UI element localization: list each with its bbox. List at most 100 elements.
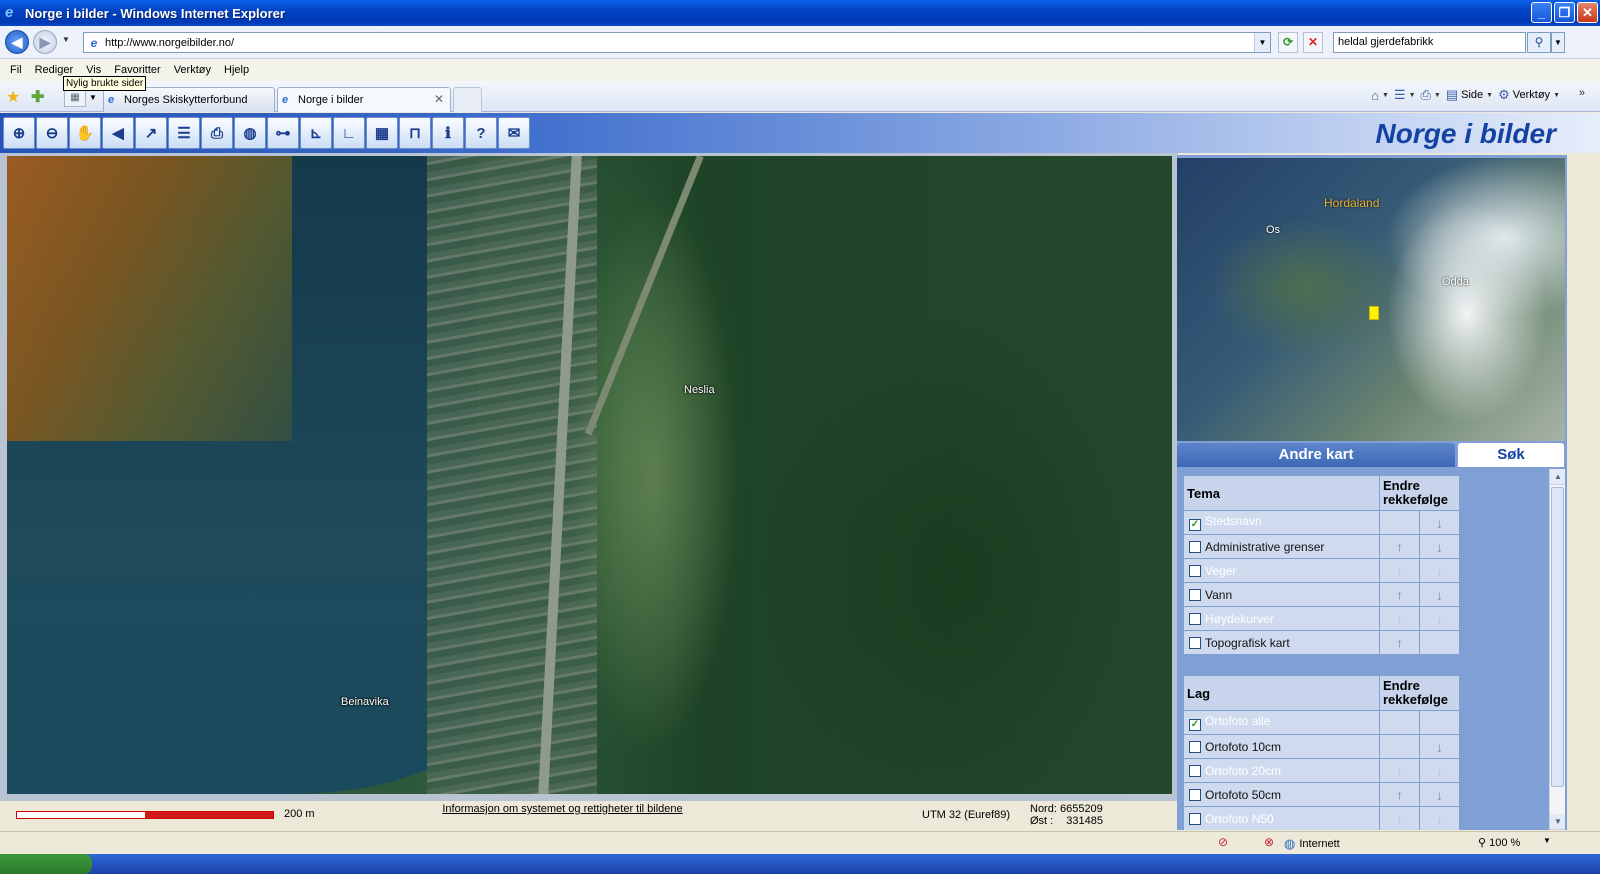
measure-distance-icon[interactable]: ⊶	[267, 117, 299, 149]
forward-button[interactable]: ▶	[33, 30, 57, 54]
move-down-icon[interactable]: ↓	[1419, 583, 1459, 606]
measure-area-icon[interactable]: ⊾	[300, 117, 332, 149]
checkbox-stedsnavn[interactable]: ✓	[1189, 519, 1201, 531]
tab-andre-kart[interactable]: Andre kart	[1177, 443, 1455, 467]
checkbox-veger[interactable]	[1189, 564, 1201, 577]
home-button[interactable]: ⌂ ▼	[1371, 88, 1389, 103]
move-down-icon[interactable]: ↓	[1419, 735, 1459, 758]
move-up-icon[interactable]: ↑	[1379, 535, 1419, 558]
page-menu-button[interactable]: ▤ Side ▼	[1446, 87, 1493, 103]
pan-hand-icon[interactable]: ✋	[69, 117, 101, 149]
move-up-icon[interactable]: ↑	[1379, 631, 1419, 654]
ie-logo-icon: e	[5, 4, 14, 21]
move-up-icon[interactable]: ↑	[1379, 559, 1419, 582]
checkbox-ortofoto-20cm[interactable]	[1189, 764, 1201, 777]
move-up-icon[interactable]: ↑	[1379, 607, 1419, 630]
maximize-button[interactable]: ❐	[1554, 2, 1575, 23]
security-zone[interactable]: ◍ Internett	[1284, 836, 1340, 852]
panel-scrollbar[interactable]: ▲ ▼	[1549, 469, 1565, 830]
angle-icon[interactable]: ∟	[333, 117, 365, 149]
address-dropdown[interactable]: ▼	[1254, 33, 1270, 52]
aerial-map[interactable]: Neslia Beinavika	[7, 156, 1172, 794]
new-tab-button[interactable]	[453, 87, 482, 112]
checkbox-administrative-grenser[interactable]	[1189, 540, 1201, 553]
address-field[interactable]: e http://www.norgeibilder.no/ ▼	[83, 32, 1271, 53]
refresh-button[interactable]: ⟳	[1278, 32, 1298, 53]
move-down-icon[interactable]: ↓	[1419, 535, 1459, 558]
move-up-icon[interactable]: ↑	[1379, 583, 1419, 606]
stop-button[interactable]: ✕	[1303, 32, 1323, 53]
back-button[interactable]: ◀	[5, 30, 29, 54]
overview-map[interactable]: Hordaland Os Odda	[1177, 158, 1565, 441]
overview-position-marker[interactable]	[1369, 306, 1379, 320]
close-button[interactable]: ✕	[1577, 2, 1598, 23]
checkbox-topografisk-kart[interactable]	[1189, 636, 1201, 649]
start-button[interactable]	[0, 854, 92, 874]
placename-beinavika[interactable]: Beinavika	[341, 696, 389, 708]
tema-header: Tema	[1184, 476, 1379, 510]
zoom-in-icon[interactable]: ⊕	[3, 117, 35, 149]
move-up-icon[interactable]: ↑	[1379, 783, 1419, 806]
checkbox-vann[interactable]	[1189, 588, 1201, 601]
move-up-icon[interactable]: ↑	[1379, 807, 1419, 830]
checkbox-ortofoto-n50[interactable]	[1189, 812, 1201, 825]
help-icon[interactable]: ?	[465, 117, 497, 149]
checkbox-ortofoto-50cm[interactable]	[1189, 788, 1201, 801]
zoom-dropdown[interactable]: ▼	[1543, 836, 1551, 845]
lock-icon[interactable]: ⊓	[399, 117, 431, 149]
favorites-star-icon[interactable]: ★	[6, 87, 20, 107]
move-down-icon[interactable]: ↓	[1419, 783, 1459, 806]
more-commands-icon[interactable]: »	[1579, 87, 1585, 99]
tema-row-veger: Veger ↑ ↓	[1184, 559, 1459, 582]
grid-icon[interactable]: ▦	[366, 117, 398, 149]
forward-icon[interactable]: ↗	[135, 117, 167, 149]
lag-table: Lag Endre rekkefølge ✓ Ortofoto alle Orto…	[1184, 675, 1459, 830]
menu-favoritter[interactable]: Favoritter	[114, 64, 166, 76]
scroll-down-icon[interactable]: ▼	[1550, 814, 1565, 830]
map-info-bar: 200 m Informasjon om systemet og rettigh…	[0, 801, 1178, 831]
search-options-dropdown[interactable]: ▼	[1551, 32, 1565, 53]
scroll-up-icon[interactable]: ▲	[1550, 469, 1565, 485]
unloaded-tile	[7, 156, 292, 441]
tab-sok[interactable]: Søk	[1458, 443, 1564, 467]
checkbox-hoydekurver[interactable]	[1189, 612, 1201, 625]
gear-icon: ⚙	[1498, 87, 1510, 102]
email-icon[interactable]: ✉	[498, 117, 530, 149]
menu-hjelp[interactable]: Hjelp	[224, 64, 255, 76]
menu-vis[interactable]: Vis	[86, 64, 107, 76]
menu-fil[interactable]: Fil	[10, 64, 28, 76]
search-input[interactable]: heldal gjerdefabrikk	[1333, 32, 1526, 53]
layers-icon[interactable]: ☰	[168, 117, 200, 149]
tab-norge-i-bilder[interactable]: e Norge i bilder ✕	[277, 87, 451, 112]
popup-blocker-icon[interactable]: ⊘	[1218, 835, 1228, 849]
move-down-icon[interactable]: ↓	[1419, 759, 1459, 782]
tab-close-icon[interactable]: ✕	[434, 92, 444, 106]
move-down-icon[interactable]: ↓	[1419, 511, 1459, 534]
info-rights-link[interactable]: Informasjon om systemet og rettigheter t…	[430, 803, 695, 815]
menu-bar: Fil Rediger Vis Favoritter Verktøy Hjelp	[0, 59, 1600, 81]
back-arrow-icon[interactable]: ◀	[102, 117, 134, 149]
search-icon[interactable]: ⚲	[1527, 32, 1551, 53]
info-icon[interactable]: ℹ	[432, 117, 464, 149]
checkbox-ortofoto-alle[interactable]: ✓	[1189, 719, 1201, 731]
move-down-icon[interactable]: ↓	[1419, 559, 1459, 582]
scroll-thumb[interactable]	[1551, 487, 1564, 787]
zoom-level[interactable]: ⚲ 100 %	[1478, 836, 1520, 849]
recent-pages-dropdown[interactable]: ▼	[60, 35, 72, 49]
move-up-icon[interactable]: ↑	[1379, 759, 1419, 782]
feeds-button[interactable]: ☰ ▼	[1394, 87, 1416, 103]
menu-verktoy[interactable]: Verktøy	[174, 64, 217, 76]
minimize-button[interactable]: _	[1531, 2, 1552, 23]
move-down-icon[interactable]: ↓	[1419, 607, 1459, 630]
placename-neslia[interactable]: Neslia	[684, 384, 715, 396]
print-button[interactable]: ⎙ ▼	[1421, 87, 1441, 103]
globe-icon[interactable]: ◍	[234, 117, 266, 149]
move-down-icon[interactable]: ↓	[1419, 807, 1459, 830]
checkbox-ortofoto-10cm[interactable]	[1189, 740, 1201, 753]
print-icon[interactable]: ⎙	[201, 117, 233, 149]
zoom-out-icon[interactable]: ⊖	[36, 117, 68, 149]
tools-menu-button[interactable]: ⚙ Verktøy ▼	[1498, 87, 1560, 103]
protected-mode-icon[interactable]: ⊗	[1264, 835, 1274, 849]
menu-rediger[interactable]: Rediger	[35, 64, 80, 76]
add-favorite-icon[interactable]: ✚	[31, 87, 44, 107]
